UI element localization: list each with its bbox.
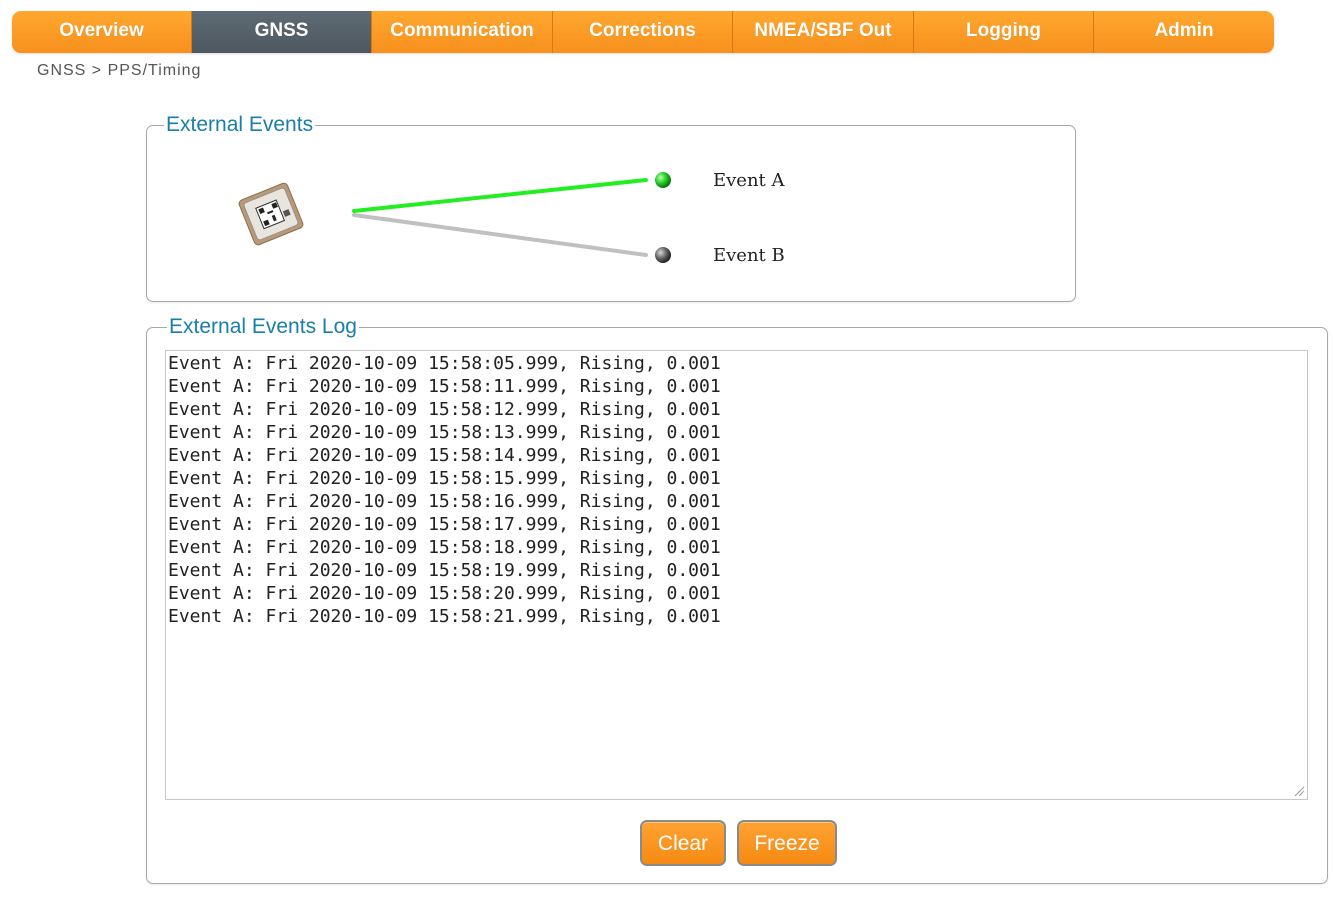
nav-tab-logging[interactable]: Logging [914,11,1094,53]
external-events-log-title: External Events Log [167,315,359,339]
events-log-textarea[interactable]: Event A: Fri 2020-10-09 15:58:05.999, Ri… [165,350,1308,800]
event-a-status-led-icon [655,172,671,188]
log-line: Event A: Fri 2020-10-09 15:58:18.999, Ri… [168,537,721,558]
clear-button[interactable]: Clear [640,820,726,866]
log-line: Event A: Fri 2020-10-09 15:58:21.999, Ri… [168,606,721,627]
nav-tab-admin[interactable]: Admin [1094,11,1274,53]
breadcrumb: GNSS > PPS/Timing [37,62,202,79]
nav-tab-overview[interactable]: Overview [12,11,192,53]
log-line: Event A: Fri 2020-10-09 15:58:13.999, Ri… [168,422,721,443]
event-b-line [352,213,648,257]
log-line: Event A: Fri 2020-10-09 15:58:20.999, Ri… [168,583,721,604]
event-a-label: Event A [713,170,785,191]
main-nav: Overview GNSS Communication Corrections … [12,11,1274,53]
log-line: Event A: Fri 2020-10-09 15:58:11.999, Ri… [168,376,721,397]
log-line: Event A: Fri 2020-10-09 15:58:15.999, Ri… [168,468,721,489]
event-a-line [352,178,648,213]
external-events-log-panel: External Events Log Event A: Fri 2020-10… [146,315,1328,884]
freeze-button[interactable]: Freeze [737,820,837,866]
log-line: Event A: Fri 2020-10-09 15:58:14.999, Ri… [168,445,721,466]
external-events-panel: External Events Event A Event B [146,113,1076,302]
log-line: Event A: Fri 2020-10-09 15:58:17.999, Ri… [168,514,721,535]
gnss-receiver-module-icon [238,182,304,246]
log-line: Event A: Fri 2020-10-09 15:58:16.999, Ri… [168,491,721,512]
events-diagram [238,172,671,263]
nav-tab-corrections[interactable]: Corrections [553,11,733,53]
nav-tab-nmea-sbf-out[interactable]: NMEA/SBF Out [733,11,914,53]
nav-tab-gnss[interactable]: GNSS [192,11,372,53]
log-line: Event A: Fri 2020-10-09 15:58:19.999, Ri… [168,560,721,581]
nav-tab-communication[interactable]: Communication [372,11,553,53]
event-b-status-led-icon [655,247,671,263]
log-line: Event A: Fri 2020-10-09 15:58:12.999, Ri… [168,399,721,420]
event-b-label: Event B [713,245,785,266]
resize-grip-icon[interactable] [1293,785,1305,797]
log-line: Event A: Fri 2020-10-09 15:58:05.999, Ri… [168,353,721,374]
